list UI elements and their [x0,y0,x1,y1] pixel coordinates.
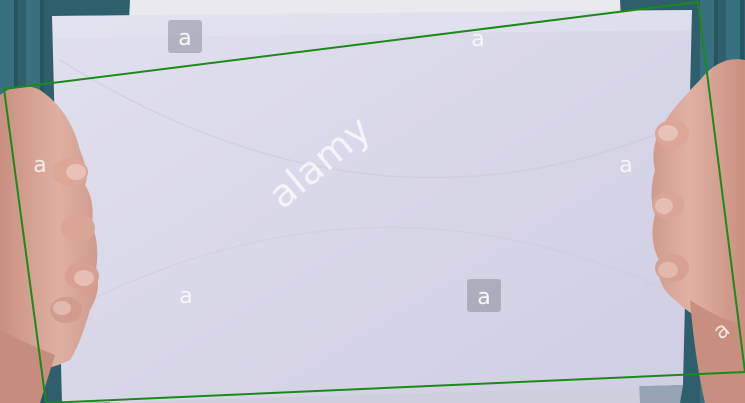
photo-scene: a a a a a a a alamy [0,0,745,403]
watermark-letter: a [33,153,46,178]
photo-canvas: a a a a a a a alamy [0,0,745,403]
watermark-badge-letter: a [178,26,191,51]
watermark-letter: a [179,284,192,309]
watermark-letter: a [619,153,632,178]
paper-sheet [52,10,692,403]
watermark-badge-top: a [168,20,202,53]
watermark-badge-bottom: a [467,279,501,312]
watermark-badge-letter: a [477,285,490,310]
